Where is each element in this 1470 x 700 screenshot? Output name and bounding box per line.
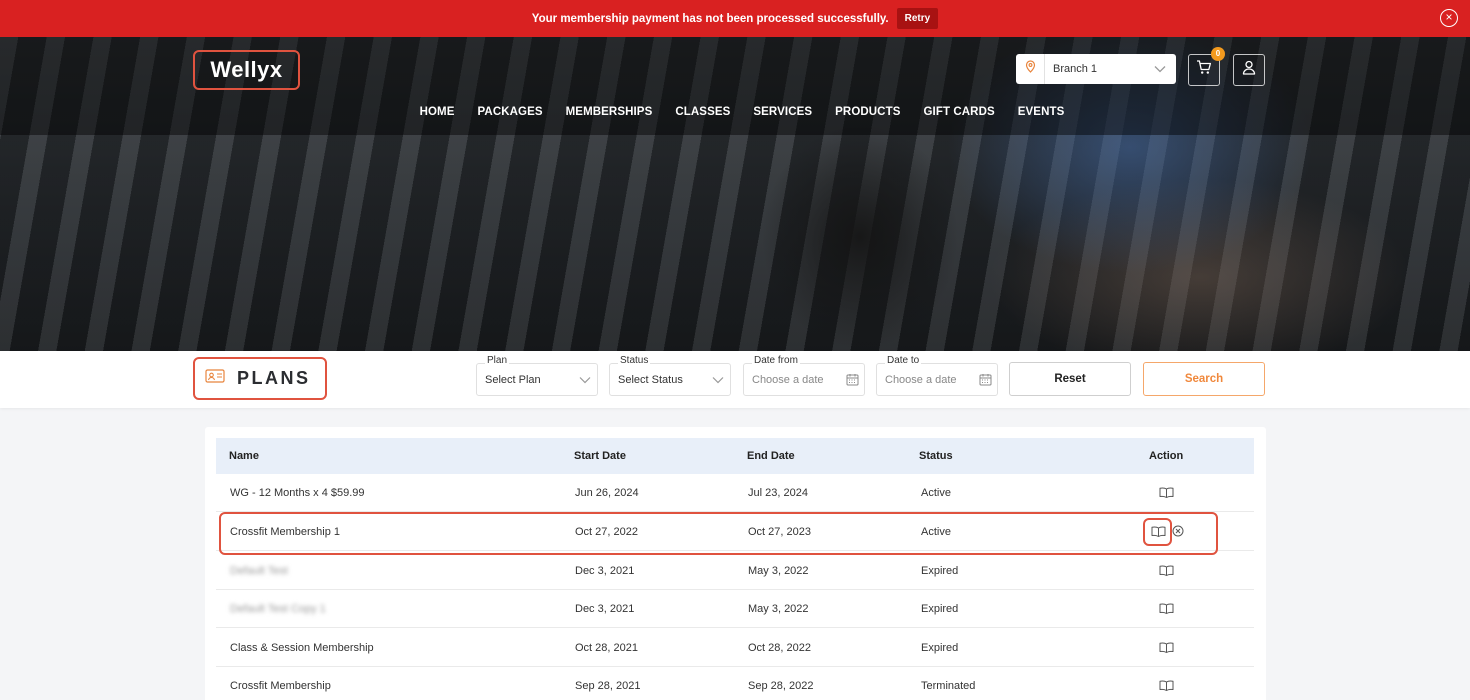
plan-select[interactable]: Plan Select Plan <box>476 355 598 396</box>
plan-name: Class & Session Membership <box>230 642 374 654</box>
alert-banner: Your membership payment has not been pro… <box>0 0 1470 37</box>
nav-products[interactable]: PRODUCTS <box>835 106 900 118</box>
plans-table: Name Start Date End Date Status Action W… <box>205 427 1266 700</box>
plan-name: Default Test <box>230 565 288 577</box>
main-nav: HOME PACKAGES MEMBERSHIPS CLASSES SERVIC… <box>0 106 1470 118</box>
plan-value: Select Plan <box>485 373 541 386</box>
status: Terminated <box>921 680 976 692</box>
chevron-down-icon <box>706 376 730 384</box>
end-date: Jul 23, 2024 <box>748 487 808 499</box>
plan-name: Crossfit Membership <box>230 680 331 692</box>
nav-events[interactable]: EVENTS <box>1018 106 1065 118</box>
cart-count-badge: 0 <box>1211 47 1225 61</box>
nav-gift-cards[interactable]: GIFT CARDS <box>923 106 994 118</box>
book-open-icon[interactable] <box>1157 484 1175 500</box>
book-open-icon[interactable] <box>1157 677 1175 693</box>
book-open-icon[interactable] <box>1157 639 1175 655</box>
nav-home[interactable]: HOME <box>420 106 455 118</box>
end-date: Sep 28, 2022 <box>748 680 814 692</box>
date-to-field[interactable]: Date to Choose a date <box>876 355 998 396</box>
plan-name: Default Test Copy 1 <box>230 603 326 615</box>
search-button[interactable]: Search <box>1143 362 1265 396</box>
start-date: Sep 28, 2021 <box>575 680 641 692</box>
date-to-placeholder: Choose a date <box>885 373 957 386</box>
status: Expired <box>921 565 959 577</box>
book-open-icon[interactable] <box>1157 562 1175 578</box>
end-date: May 3, 2022 <box>748 565 809 577</box>
branch-label: Branch 1 <box>1053 63 1098 75</box>
status: Expired <box>921 603 959 615</box>
table-row: Default Test Dec 3, 2021 May 3, 2022 Exp… <box>216 552 1254 590</box>
status: Active <box>921 487 951 499</box>
column-action: Action <box>1149 450 1184 462</box>
start-date: Oct 28, 2021 <box>575 642 638 654</box>
branch-select[interactable]: Branch 1 <box>1016 54 1176 84</box>
column-end-date[interactable]: End Date <box>747 450 795 462</box>
highlight-box-row <box>219 512 1218 555</box>
nav-classes[interactable]: CLASSES <box>675 106 730 118</box>
table-row: Default Test Copy 1 Dec 3, 2021 May 3, 2… <box>216 590 1254 628</box>
nav-packages[interactable]: PACKAGES <box>478 106 543 118</box>
filter-bar: PLANS Plan Select Plan Status Select Sta… <box>0 351 1470 408</box>
column-start-date[interactable]: Start Date <box>574 450 626 462</box>
status-value: Select Status <box>618 373 683 386</box>
book-open-icon[interactable] <box>1157 600 1175 616</box>
start-date: Dec 3, 2021 <box>575 603 635 615</box>
chevron-down-icon <box>573 376 597 384</box>
account-button[interactable] <box>1233 54 1265 86</box>
start-date: Jun 26, 2024 <box>575 487 639 499</box>
date-from-label: Date from <box>752 355 800 366</box>
date-from-field[interactable]: Date from Choose a date <box>743 355 865 396</box>
page-title-text: PLANS <box>237 368 311 388</box>
table-row: Class & Session Membership Oct 28, 2021 … <box>216 629 1254 667</box>
id-card-icon <box>205 369 225 388</box>
status-label: Status <box>618 355 651 366</box>
status: Expired <box>921 642 959 654</box>
reset-button[interactable]: Reset <box>1009 362 1131 396</box>
end-date: May 3, 2022 <box>748 603 809 615</box>
cart-icon <box>1196 60 1212 80</box>
end-date: Oct 28, 2022 <box>748 642 811 654</box>
plan-label: Plan <box>485 355 510 366</box>
nav-services[interactable]: SERVICES <box>753 106 812 118</box>
chevron-down-icon <box>1154 60 1176 78</box>
retry-button[interactable]: Retry <box>896 8 939 29</box>
start-date: Dec 3, 2021 <box>575 565 635 577</box>
alert-message: Your membership payment has not been pro… <box>531 12 889 25</box>
date-to-label: Date to <box>885 355 922 366</box>
column-status[interactable]: Status <box>919 450 953 462</box>
close-circle-icon[interactable]: × <box>1440 9 1458 27</box>
calendar-icon[interactable] <box>973 373 997 386</box>
page-title: PLANS <box>193 357 327 400</box>
calendar-icon[interactable] <box>840 373 864 386</box>
column-name[interactable]: Name <box>229 450 259 462</box>
status-select[interactable]: Status Select Status <box>609 355 731 396</box>
date-from-placeholder: Choose a date <box>752 373 824 386</box>
nav-memberships[interactable]: MEMBERSHIPS <box>566 106 653 118</box>
highlight-box-icon <box>1143 518 1172 546</box>
plan-name: WG - 12 Months x 4 $59.99 <box>230 487 365 499</box>
logo[interactable]: Wellyx <box>193 50 300 90</box>
user-icon <box>1242 60 1256 80</box>
table-header: Name Start Date End Date Status Action <box>216 438 1254 474</box>
location-pin-icon <box>1016 60 1044 78</box>
table-row: Crossfit Membership Sep 28, 2021 Sep 28,… <box>216 667 1254 700</box>
table-row: WG - 12 Months x 4 $59.99 Jun 26, 2024 J… <box>216 474 1254 512</box>
